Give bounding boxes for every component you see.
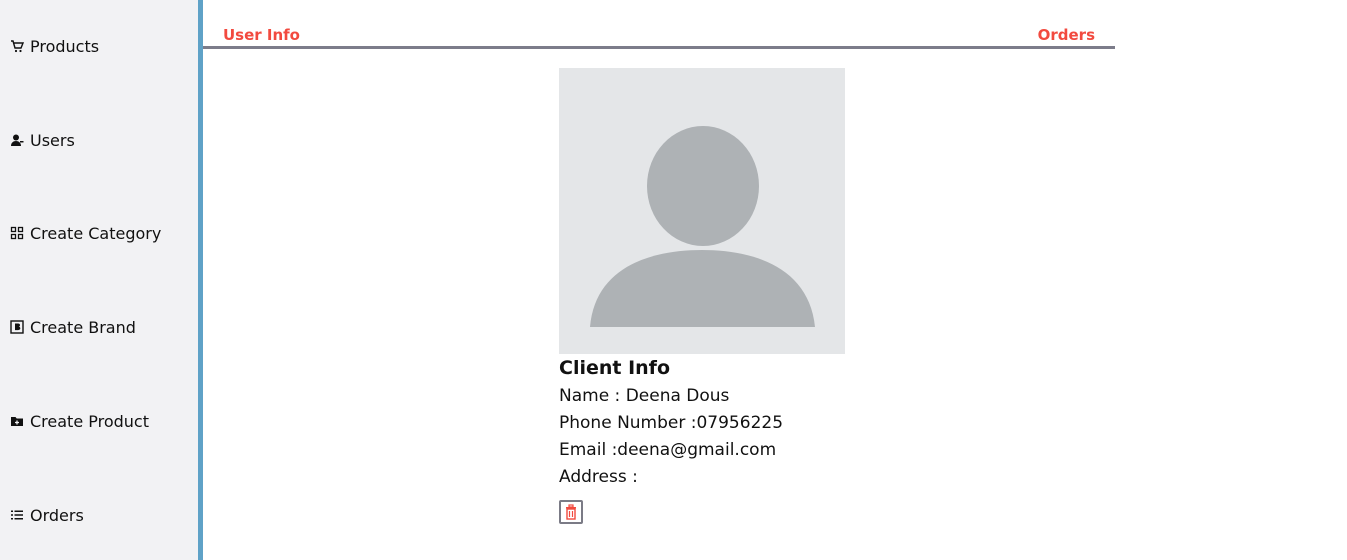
tab-orders[interactable]: Orders [1038, 26, 1095, 44]
client-phone: Phone Number :07956225 [559, 413, 784, 433]
cart-icon [10, 39, 24, 53]
user-icon [10, 133, 24, 147]
grid-icon [10, 226, 24, 240]
sidebar-item-users[interactable]: Users [10, 129, 75, 151]
sidebar-item-create-product[interactable]: Create Product [10, 410, 149, 432]
client-address: Address : [559, 467, 638, 487]
avatar [559, 68, 845, 354]
list-icon [10, 508, 24, 522]
sidebar-item-orders[interactable]: Orders [10, 504, 84, 526]
delete-user-button[interactable] [559, 500, 583, 524]
sidebar-item-label: Create Product [30, 411, 149, 431]
brand-icon [10, 320, 24, 334]
sidebar-item-products[interactable]: Products [10, 35, 99, 57]
sidebar-item-create-brand[interactable]: Create Brand [10, 316, 136, 338]
tab-bar: User Info Orders [203, 24, 1115, 49]
trash-icon [563, 504, 579, 520]
sidebar-divider [198, 0, 203, 560]
user-avatar-placeholder-icon [590, 126, 815, 327]
sidebar-item-label: Create Brand [30, 317, 136, 337]
folder-plus-icon [10, 414, 24, 428]
sidebar-item-label: Orders [30, 505, 84, 525]
sidebar-item-label: Create Category [30, 223, 162, 243]
client-email: Email :deena@gmail.com [559, 440, 777, 460]
client-name: Name : Deena Dous [559, 386, 730, 406]
sidebar-item-label: Products [30, 36, 100, 56]
tab-user-info[interactable]: User Info [223, 26, 300, 44]
sidebar-item-create-category[interactable]: Create Category [10, 222, 161, 244]
sidebar: Products Users Create Category Create Br… [0, 0, 198, 560]
sidebar-item-label: Users [30, 130, 75, 150]
client-info-title: Client Info [559, 357, 670, 379]
